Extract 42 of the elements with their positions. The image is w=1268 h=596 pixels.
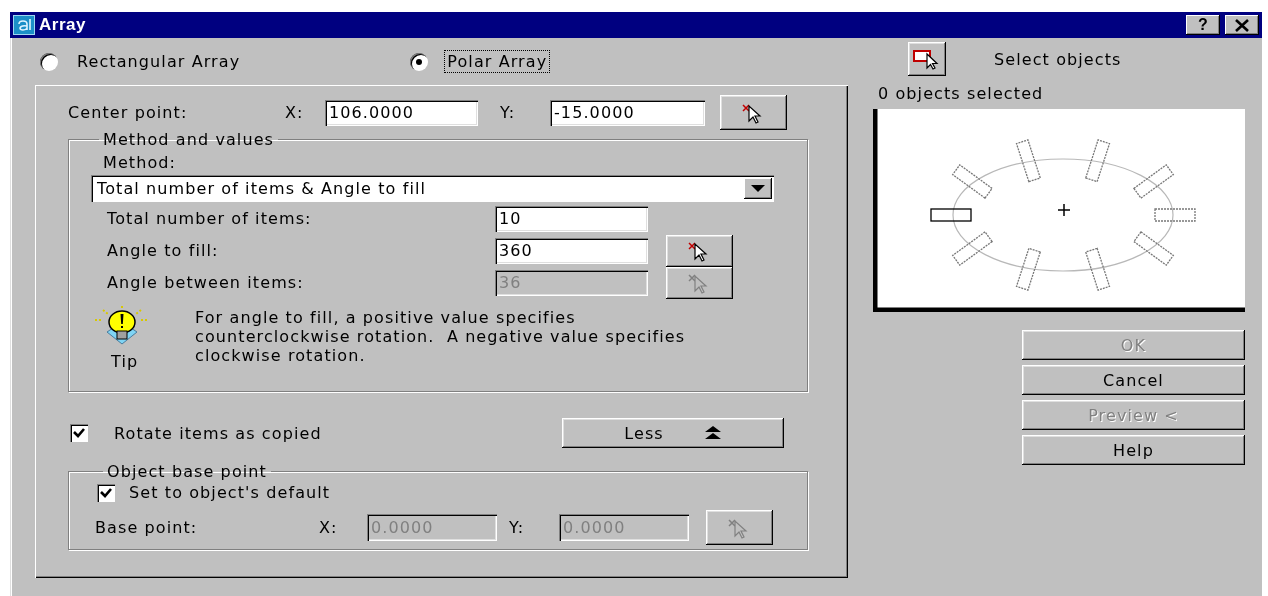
help-button[interactable]: ? bbox=[1186, 15, 1220, 35]
group-title: Object base point bbox=[106, 462, 268, 481]
dialog-button[interactable]: Cancel bbox=[1022, 365, 1245, 395]
radio-label[interactable]: Rectangular Array bbox=[74, 50, 244, 73]
close-icon bbox=[1234, 18, 1250, 32]
checkbox-label[interactable]: Rotate items as copied bbox=[114, 423, 562, 443]
window-title: Array bbox=[39, 15, 86, 35]
caret-icon bbox=[751, 184, 765, 193]
field-label: Y: bbox=[500, 103, 517, 122]
input-field[interactable]: 106.0000 bbox=[325, 99, 478, 126]
field-label: Method: bbox=[103, 153, 178, 172]
select-objects-icon bbox=[913, 48, 941, 70]
select-objects-label[interactable]: Select objects bbox=[994, 49, 1122, 69]
radio-label[interactable]: Polar Array bbox=[444, 50, 551, 73]
tip-text: For angle to fill, a positive value specifies counterclockwise rotation. A negative value specifies clockwise rotation. bbox=[195, 308, 687, 367]
tip-label: Tip bbox=[111, 352, 139, 371]
app-icon bbox=[13, 15, 35, 35]
radio-button[interactable] bbox=[410, 52, 429, 71]
field-label: X: bbox=[319, 518, 339, 537]
dropdown-arrow-button[interactable] bbox=[744, 178, 772, 199]
pick-point-button[interactable] bbox=[666, 234, 733, 267]
double-up-arrow-icon bbox=[703, 426, 722, 440]
input-field[interactable]: -15.0000 bbox=[550, 99, 705, 126]
field-label: Base point: bbox=[95, 518, 199, 537]
method-dropdown[interactable]: Total number of items & Angle to fill bbox=[91, 175, 774, 202]
group-title: Method and values bbox=[102, 130, 276, 149]
field-label: Y: bbox=[509, 518, 526, 537]
input-field[interactable]: 10 bbox=[495, 205, 648, 232]
dialog-button[interactable]: Help bbox=[1022, 435, 1245, 465]
input-field[interactable]: 360 bbox=[495, 237, 648, 264]
field-label: Angle to fill: bbox=[106, 241, 220, 260]
field-label: X: bbox=[285, 103, 305, 122]
pick-point-button[interactable] bbox=[720, 95, 787, 130]
close-button[interactable] bbox=[1225, 15, 1259, 35]
field-label: Center point: bbox=[68, 103, 189, 122]
less-button[interactable]: Less bbox=[562, 418, 784, 448]
radio-button[interactable] bbox=[40, 52, 58, 71]
selection-status: 0 objects selected bbox=[878, 84, 1045, 103]
field-label: Angle between items: bbox=[106, 273, 305, 292]
select-objects-button[interactable] bbox=[908, 42, 946, 76]
checkbox[interactable] bbox=[70, 424, 88, 442]
field-label: Total number of items: bbox=[106, 209, 313, 228]
